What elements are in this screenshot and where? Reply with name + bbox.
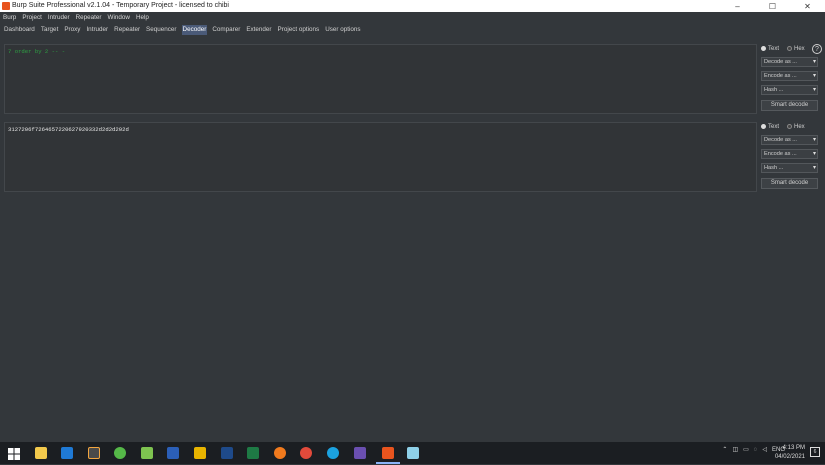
tab-repeater[interactable]: Repeater (113, 25, 141, 35)
green-app-icon[interactable] (114, 447, 126, 459)
notepad-icon[interactable] (407, 447, 419, 459)
purple-app-icon[interactable] (354, 447, 366, 459)
tab-decoder[interactable]: Decoder (181, 24, 208, 35)
minimize-button[interactable]: – (720, 0, 755, 12)
smart-decode-button-2[interactable]: Smart decode (761, 178, 818, 189)
burp-app-icon (2, 2, 10, 10)
hex-radio-label-2: Hex (794, 123, 805, 130)
volume-icon[interactable]: ◁ (762, 446, 767, 453)
tab-comparer[interactable]: Comparer (211, 25, 241, 35)
chevron-down-icon: ▾ (812, 137, 816, 143)
notification-icon[interactable]: 6 (810, 447, 820, 457)
battery-icon[interactable]: ▭ (743, 446, 749, 453)
encode-as-select-2[interactable]: Encode as ... ▾ (761, 149, 818, 159)
decoder-controls-1: Text Hex ? Decode as ... ▾ Encode as ...… (761, 44, 822, 116)
text-radio-2[interactable] (761, 124, 766, 129)
dark-app-icon[interactable] (221, 447, 233, 459)
tab-extender[interactable]: Extender (245, 25, 272, 35)
file-explorer-icon[interactable] (35, 447, 47, 459)
hex-radio-1[interactable] (787, 46, 793, 51)
hash-label-1: Hash ... (764, 87, 784, 93)
tab-project-options[interactable]: Project options (277, 25, 321, 35)
hex-radio-label-1: Hex (794, 45, 805, 52)
tab-user-options[interactable]: User options (324, 25, 361, 35)
edge-icon[interactable] (327, 447, 339, 459)
hex-radio-2[interactable] (787, 124, 793, 129)
word-icon[interactable] (167, 447, 179, 459)
decode-as-select-1[interactable]: Decode as ... ▾ (761, 57, 818, 67)
main-tabs: Dashboard Target Proxy Intruder Repeater… (0, 24, 825, 35)
text-radio-label-1: Text (768, 45, 780, 52)
chevron-down-icon: ▾ (812, 165, 816, 171)
network-icon[interactable]: ◫ (732, 446, 738, 453)
tab-target[interactable]: Target (40, 25, 60, 35)
maximize-button[interactable]: ☐ (755, 0, 790, 12)
vscode-icon[interactable] (61, 447, 73, 459)
encode-as-label-1: Encode as ... (764, 73, 797, 79)
chevron-down-icon: ▾ (812, 73, 816, 79)
window-title: Burp Suite Professional v2.1.04 - Tempor… (12, 2, 229, 9)
clock-time: 4:13 PM (782, 445, 805, 451)
menu-bar: Burp Project Intruder Repeater Window He… (0, 12, 825, 23)
chevron-down-icon: ▾ (812, 59, 816, 65)
yellow-app-icon[interactable] (194, 447, 206, 459)
chevron-down-icon: ▾ (812, 87, 816, 93)
firefox-icon[interactable] (274, 447, 286, 459)
decoder-text-1[interactable]: 7 order by 2 -- - (8, 48, 65, 55)
excel-icon[interactable] (247, 447, 259, 459)
decoder-input-panel-1[interactable]: 7 order by 2 -- - (4, 44, 757, 114)
encode-as-label-2: Encode as ... (764, 151, 797, 157)
wifi-icon[interactable]: ◌ (754, 447, 758, 453)
windows-taskbar: ⌃ ◫ ▭ ◌ ◁ ENG 4:13 PM 04/02/2021 6 (0, 442, 825, 464)
decode-as-select-2[interactable]: Decode as ... ▾ (761, 135, 818, 145)
menu-window[interactable]: Window (108, 14, 130, 21)
notepad-plus-icon[interactable] (141, 447, 153, 459)
clock[interactable]: 4:13 PM 04/02/2021 (775, 444, 805, 462)
menu-project[interactable]: Project (22, 14, 42, 21)
text-radio-1[interactable] (761, 46, 766, 51)
sublime-icon[interactable] (88, 447, 100, 459)
help-icon[interactable]: ? (812, 44, 822, 54)
menu-help[interactable]: Help (136, 14, 149, 21)
tab-proxy[interactable]: Proxy (63, 25, 81, 35)
menu-intruder[interactable]: Intruder (48, 14, 70, 21)
encode-as-select-1[interactable]: Encode as ... ▾ (761, 71, 818, 81)
tab-intruder[interactable]: Intruder (85, 25, 109, 35)
burp-icon[interactable] (382, 447, 394, 459)
hash-label-2: Hash ... (764, 165, 784, 171)
chrome-icon[interactable] (300, 447, 312, 459)
decode-as-label-1: Decode as ... (764, 59, 797, 65)
decode-as-label-2: Decode as ... (764, 137, 797, 143)
decoder-controls-2: Text Hex Decode as ... ▾ Encode as ... ▾… (761, 122, 820, 194)
chevron-down-icon: ▾ (812, 151, 816, 157)
format-radio-group-2: Text Hex (761, 122, 820, 131)
menu-burp[interactable]: Burp (3, 14, 16, 21)
title-bar: Burp Suite Professional v2.1.04 - Tempor… (0, 0, 825, 12)
chevron-up-icon[interactable]: ⌃ (722, 446, 727, 453)
close-button[interactable]: ✕ (790, 0, 825, 12)
decoder-input-panel-2[interactable]: 3127206f7264657220627920332d2d2d202d (4, 122, 757, 192)
windows-start-icon[interactable] (8, 447, 20, 460)
clock-date: 04/02/2021 (774, 454, 805, 460)
hash-select-1[interactable]: Hash ... ▾ (761, 85, 818, 95)
hash-select-2[interactable]: Hash ... ▾ (761, 163, 818, 173)
text-radio-label-2: Text (768, 123, 780, 130)
menu-repeater[interactable]: Repeater (76, 14, 102, 21)
tab-sequencer[interactable]: Sequencer (145, 25, 177, 35)
decoder-text-2[interactable]: 3127206f7264657220627920332d2d2d202d (8, 126, 129, 133)
tab-dashboard[interactable]: Dashboard (3, 25, 36, 35)
smart-decode-button-1[interactable]: Smart decode (761, 100, 818, 111)
